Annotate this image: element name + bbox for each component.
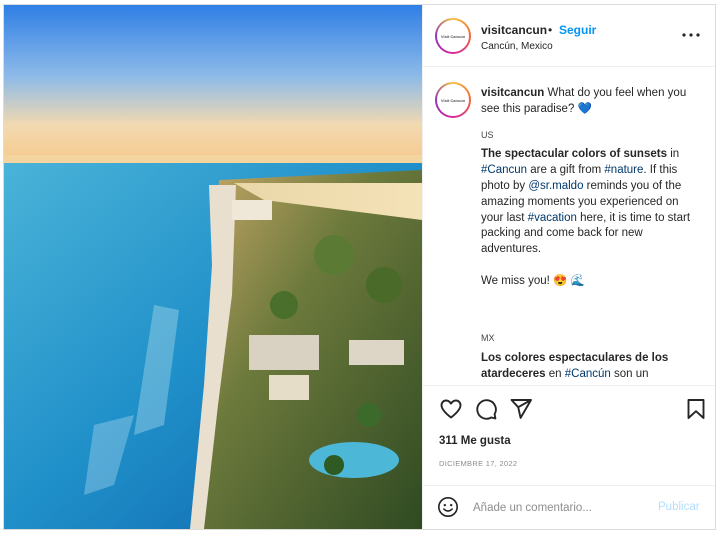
more-icon[interactable] bbox=[681, 29, 701, 41]
account-username[interactable]: visitcancun bbox=[481, 23, 547, 37]
comment-icon[interactable] bbox=[474, 397, 498, 421]
cancun-aerial-photo bbox=[4, 5, 422, 529]
avatar-logo-text: Visit Cancún bbox=[440, 33, 466, 39]
post-details-panel: Visit Cancún visitcancun • Seguir Cancún… bbox=[422, 5, 715, 529]
avatar-logo-text: Visit Cancún bbox=[440, 97, 466, 103]
like-count[interactable]: 311 Me gusta bbox=[439, 435, 511, 447]
hashtag-cancun-es[interactable]: #Cancún bbox=[565, 368, 611, 380]
comment-input[interactable] bbox=[473, 498, 653, 518]
account-avatar[interactable]: Visit Cancún bbox=[435, 18, 471, 54]
caption-us-bold: The spectacular colors of sunsets bbox=[481, 148, 667, 161]
mention-sr-maldo[interactable]: @sr.maldo bbox=[528, 180, 583, 192]
caption-text: visitcancun What do you feel when you se… bbox=[481, 86, 703, 383]
caption-miss: We miss you! bbox=[481, 274, 550, 287]
blue-heart-emoji: 💙 bbox=[577, 102, 592, 115]
lang-label-mx: MX bbox=[481, 333, 495, 344]
caption-mx-en: en bbox=[548, 367, 562, 380]
action-bar bbox=[423, 397, 715, 427]
hashtag-nature[interactable]: #nature bbox=[604, 164, 643, 176]
separator-dot: • bbox=[548, 23, 553, 37]
caption-us-mid: are a gift from bbox=[530, 164, 602, 177]
caption-area: Visit Cancún visitcancun What do you fee… bbox=[423, 68, 715, 386]
heart-icon[interactable] bbox=[439, 397, 463, 421]
post-location[interactable]: Cancún, Mexico bbox=[481, 41, 553, 52]
post-header: Visit Cancún visitcancun • Seguir Cancún… bbox=[423, 5, 715, 67]
caption-mx-rest: son un bbox=[614, 367, 649, 380]
hashtag-vacation[interactable]: #vacation bbox=[528, 212, 577, 224]
share-icon[interactable] bbox=[509, 397, 533, 421]
lang-label-us: US bbox=[481, 129, 494, 140]
instagram-post: Visit Cancún visitcancun • Seguir Cancún… bbox=[3, 4, 716, 530]
caption-miss-emojis: 😍 🌊 bbox=[553, 274, 585, 287]
post-photo[interactable] bbox=[4, 5, 422, 529]
caption-username[interactable]: visitcancun bbox=[481, 87, 544, 99]
post-date: DICIEMBRE 17, 2022 bbox=[439, 459, 518, 468]
caption-us-in: in bbox=[670, 148, 680, 161]
follow-button[interactable]: Seguir bbox=[559, 23, 596, 37]
hashtag-cancun[interactable]: #Cancun bbox=[481, 164, 527, 176]
publish-button[interactable]: Publicar bbox=[658, 501, 700, 513]
caption-avatar[interactable]: Visit Cancún bbox=[435, 82, 471, 118]
comment-bar: Publicar bbox=[423, 485, 715, 529]
emoji-icon[interactable] bbox=[437, 496, 459, 518]
bookmark-icon[interactable] bbox=[684, 397, 708, 421]
